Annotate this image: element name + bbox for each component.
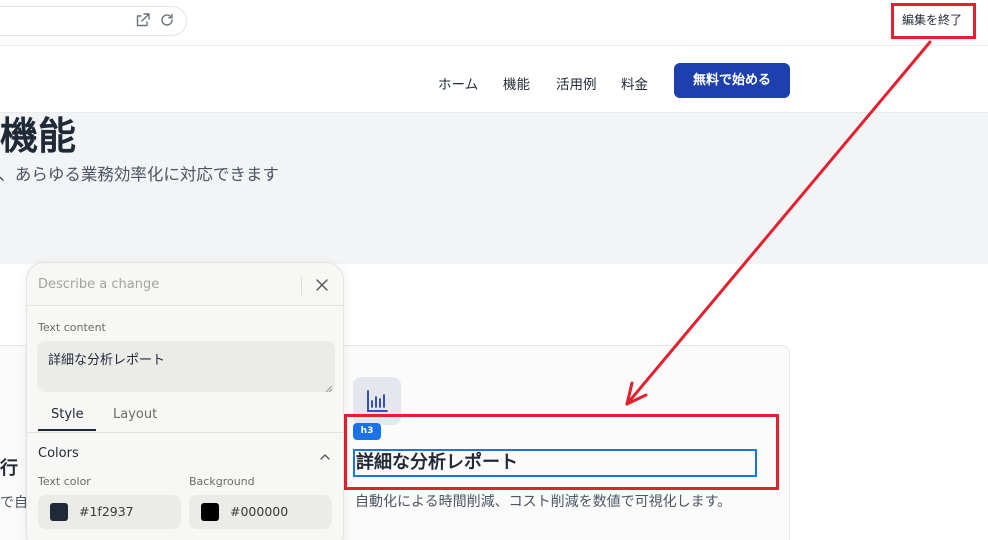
divider bbox=[27, 305, 343, 306]
edit-panel: Describe a change Text content 詳細な分析レポート… bbox=[26, 262, 344, 540]
feature-left-description: で自 bbox=[0, 495, 28, 511]
divider bbox=[301, 277, 302, 295]
annotation-highlight-selected-heading bbox=[344, 414, 779, 490]
text-color-picker[interactable]: #1f2937 bbox=[38, 495, 181, 529]
open-external-icon[interactable] bbox=[135, 12, 151, 28]
change-prompt-input[interactable]: Describe a change bbox=[38, 277, 159, 292]
colors-section-title[interactable]: Colors bbox=[38, 446, 79, 461]
annotation-highlight-finish-editing bbox=[891, 3, 976, 39]
hero-subtitle: 能で、あらゆる業務効率化に対応できます bbox=[0, 165, 279, 184]
resize-handle-icon[interactable] bbox=[325, 382, 333, 393]
background-color-swatch bbox=[201, 503, 219, 521]
hero-section: な機能 能で、あらゆる業務効率化に対応できます bbox=[0, 113, 988, 264]
tab-layout[interactable]: Layout bbox=[113, 407, 157, 422]
start-free-button[interactable]: 無料で始める bbox=[674, 63, 790, 98]
chevron-up-icon[interactable] bbox=[319, 448, 331, 460]
background-color-value: #000000 bbox=[230, 504, 289, 519]
text-content-field[interactable]: 詳細な分析レポート bbox=[37, 341, 335, 393]
background-label: Background bbox=[189, 475, 255, 488]
tab-style[interactable]: Style bbox=[51, 407, 84, 422]
background-color-picker[interactable]: #000000 bbox=[189, 495, 332, 529]
text-content-value: 詳細な分析レポート bbox=[48, 353, 166, 368]
text-color-value: #1f2937 bbox=[79, 504, 134, 519]
hero-title: な機能 bbox=[0, 114, 77, 158]
divider bbox=[27, 432, 343, 433]
close-icon[interactable] bbox=[313, 276, 331, 294]
active-tab-indicator bbox=[38, 429, 96, 431]
nav-use-cases[interactable]: 活用例 bbox=[556, 73, 597, 93]
text-content-label: Text content bbox=[38, 321, 106, 334]
feature-description: 自動化による時間削減、コスト削減を数値で可視化します。 bbox=[355, 494, 732, 510]
nav-pricing[interactable]: 料金 bbox=[621, 73, 648, 93]
text-color-swatch bbox=[50, 503, 68, 521]
nav-features[interactable]: 機能 bbox=[503, 73, 530, 93]
text-color-label: Text color bbox=[38, 475, 91, 488]
nav-home[interactable]: ホーム bbox=[438, 73, 478, 93]
feature-left-title: 行 bbox=[0, 458, 18, 479]
site-header: ホーム 機能 活用例 料金 無料で始める bbox=[0, 47, 988, 113]
browser-toolbar: 編集を終了 bbox=[0, 0, 988, 46]
reload-icon[interactable] bbox=[159, 12, 175, 28]
